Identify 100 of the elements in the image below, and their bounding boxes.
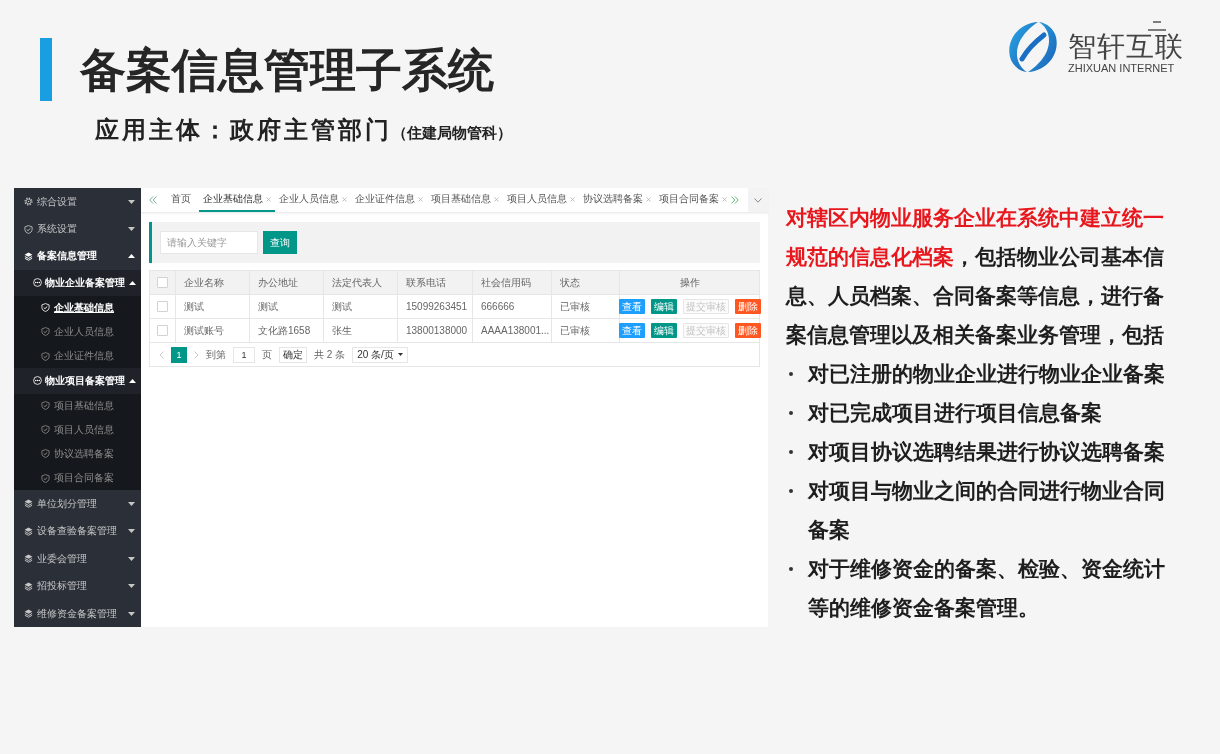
page-unit-label: 页 — [262, 347, 272, 362]
edit-button[interactable]: 编辑 — [650, 323, 677, 338]
search-field[interactable]: 请输入关键字 — [160, 231, 258, 254]
page-button[interactable]: 1 — [171, 346, 187, 363]
table-cell: 13800138000 — [397, 318, 473, 343]
shield-check-icon — [41, 401, 50, 411]
table-cell: 测试 — [249, 294, 324, 319]
caret-down-icon[interactable] — [128, 584, 135, 589]
chevron-down-icon — [754, 197, 762, 203]
caret-down-icon[interactable] — [128, 199, 135, 204]
sidebar-item[interactable]: 系统设置 — [14, 215, 141, 243]
sidebar-item[interactable]: 单位划分管理 — [14, 490, 141, 518]
gear-icon — [24, 197, 33, 207]
tab[interactable]: 项目合同备案 — [655, 188, 731, 212]
sidebar-item[interactable]: 综合设置 — [14, 188, 141, 216]
layers-icon — [24, 554, 33, 564]
sidebar-item[interactable]: 招投标管理 — [14, 572, 141, 600]
sidebar-subitem[interactable]: 项目合同备案 — [14, 466, 141, 491]
caret-up-icon[interactable] — [129, 378, 136, 383]
checkbox[interactable] — [157, 301, 168, 313]
double-chevron-left-icon[interactable] — [149, 196, 157, 204]
sidebar-group-item[interactable]: 物业企业备案管理 — [14, 270, 141, 296]
table-cell: AAAA138001... — [472, 318, 552, 343]
table-cell: 张生 — [323, 318, 398, 343]
caret-down-icon[interactable] — [128, 556, 135, 561]
accent-bar — [40, 38, 52, 101]
tab[interactable]: 协议选聘备案 — [579, 188, 655, 212]
layers-icon — [24, 251, 33, 261]
edit-button[interactable]: 编辑 — [650, 299, 677, 314]
checkbox[interactable] — [157, 325, 168, 337]
logo-tagline: ZHIXUAN INTERNET — [1068, 61, 1175, 74]
layers-icon — [24, 526, 33, 536]
sidebar-item[interactable]: 维修资金备案管理 — [14, 599, 141, 627]
caret-down-icon[interactable] — [128, 501, 135, 506]
caret-down-icon[interactable] — [128, 227, 135, 232]
tab[interactable]: 企业人员信息 — [275, 188, 351, 212]
sidebar-item[interactable]: 业委会管理 — [14, 545, 141, 573]
close-icon[interactable] — [722, 196, 727, 202]
tab[interactable]: 企业基础信息 — [199, 188, 275, 212]
caret-down-icon[interactable] — [128, 529, 135, 534]
tab[interactable]: 项目人员信息 — [503, 188, 579, 212]
sidebar-subitem[interactable]: 企业人员信息 — [14, 319, 141, 344]
search-button[interactable]: 查询 — [263, 231, 297, 254]
bullet-dot-icon — [789, 372, 793, 376]
total-count: 共 2 条 — [314, 347, 346, 362]
close-icon[interactable] — [418, 196, 423, 202]
sidebar-subitem[interactable]: 项目人员信息 — [14, 417, 141, 442]
table-cell: 666666 — [472, 294, 552, 319]
close-icon[interactable] — [494, 196, 499, 202]
caret-down-icon[interactable] — [128, 611, 135, 616]
tab[interactable]: 企业证件信息 — [351, 188, 427, 212]
bullet-text: 对于维修资金的备案、检验、资金统计等的维修资金备案管理。 — [808, 555, 1166, 622]
table-cell: 测试 — [323, 294, 398, 319]
tab[interactable]: 首页 — [165, 188, 199, 212]
close-icon[interactable] — [342, 196, 347, 202]
layers-icon — [24, 609, 33, 618]
dots-circle-icon — [33, 376, 42, 386]
sidebar-subitem[interactable]: 项目基础信息 — [14, 393, 141, 418]
page-size-select[interactable]: 20 条/页 — [352, 346, 408, 363]
shield-check-icon — [41, 425, 50, 435]
tab-menu-button[interactable] — [748, 188, 768, 212]
page-number-field[interactable]: 1 — [233, 346, 255, 363]
sidebar-group-item[interactable]: 物业项目备案管理 — [14, 368, 141, 394]
table-header-cell: 状态 — [551, 270, 620, 295]
sidebar-item[interactable]: 备案信息管理 — [14, 242, 141, 271]
close-icon[interactable] — [646, 196, 651, 202]
confirm-button[interactable]: 确定 — [279, 346, 307, 363]
table-header-cell: 法定代表人 — [323, 270, 398, 295]
tab[interactable]: 项目基础信息 — [427, 188, 503, 212]
table-header-cell: 办公地址 — [249, 270, 324, 295]
bullet-dot-icon — [789, 411, 793, 415]
sidebar-subitem[interactable]: 企业基础信息 — [14, 295, 141, 320]
bullet-dot-icon — [789, 567, 793, 571]
shield-check-icon — [41, 449, 50, 459]
logo-name: 智轩互联 — [1068, 31, 1184, 62]
layers-icon — [24, 581, 33, 591]
bullet-dot-icon — [789, 489, 793, 493]
sidebar-subitem[interactable]: 协议选聘备案 — [14, 441, 141, 467]
subtitle-note: （住建局物管科） — [392, 123, 512, 144]
checkbox[interactable] — [157, 277, 168, 289]
table-cell: 15099263451 — [397, 294, 473, 319]
table-header-cell: 操作 — [619, 270, 760, 295]
layers-icon — [24, 499, 33, 509]
close-icon[interactable] — [266, 196, 271, 202]
close-icon[interactable] — [570, 196, 575, 202]
shield-check-icon — [41, 351, 50, 361]
caret-up-icon[interactable] — [128, 254, 135, 259]
sidebar-item[interactable]: 设备查验备案管理 — [14, 517, 141, 546]
sidebar-subitem[interactable]: 企业证件信息 — [14, 343, 141, 369]
caret-down-icon — [397, 353, 403, 356]
two-lines-icon — [1148, 20, 1166, 31]
slide-title: 备案信息管理子系统 — [80, 42, 494, 98]
table-cell: 文化路1658 — [249, 318, 324, 343]
caret-up-icon[interactable] — [129, 280, 136, 285]
shield-check-icon — [41, 327, 50, 337]
table-cell: 测试 — [175, 294, 250, 319]
double-chevron-right-icon[interactable] — [731, 196, 739, 204]
description-paragraph: 对辖区内物业服务企业在系统中建立统一规范的信息化档案，包括物业公司基本信息、人员档案、合同备案等信息，进行备案信息管理以及相关备案业务管理，包括 — [786, 204, 1165, 349]
table-cell: 测试账号 — [175, 318, 250, 343]
bullet-text: 对已完成项目进行项目信息备案 — [808, 399, 1103, 427]
